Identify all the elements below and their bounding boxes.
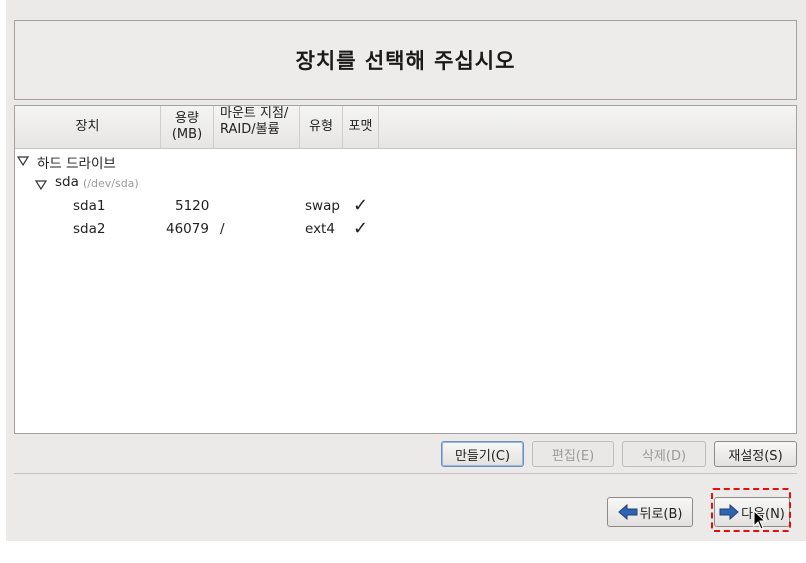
disk-path: (/dev/sda) xyxy=(83,177,139,190)
column-size-label: 용량 xyxy=(175,111,199,126)
column-type[interactable]: 유형 xyxy=(300,106,343,148)
tree-header: 장치 용량 (MB) 마운트 지점/ RAID/볼륨 유형 포맷 xyxy=(15,106,796,149)
edit-button[interactable]: 편집(E) xyxy=(532,441,614,467)
page-title: 장치를 선택해 주십시오 xyxy=(295,49,516,73)
triangle-down-icon[interactable] xyxy=(35,180,47,190)
back-button[interactable]: 뒤로(B) xyxy=(607,497,693,527)
title-panel: 장치를 선택해 주십시오 xyxy=(14,20,797,100)
column-device-label: 장치 xyxy=(75,119,100,134)
column-size[interactable]: 용량 (MB) xyxy=(161,106,214,148)
column-mount-label: 마운트 지점/ xyxy=(220,106,289,121)
tree-row-disk[interactable]: sda (/dev/sda) xyxy=(15,172,796,195)
device-tree[interactable]: 장치 용량 (MB) 마운트 지점/ RAID/볼륨 유형 포맷 하드 드라이브 xyxy=(14,105,797,434)
partition-type: swap xyxy=(305,198,340,214)
column-device[interactable]: 장치 xyxy=(15,106,161,148)
delete-button[interactable]: 삭제(D) xyxy=(622,441,706,467)
next-button-highlight xyxy=(711,488,791,532)
disk-name: sda xyxy=(55,174,79,190)
check-icon: ✓ xyxy=(353,218,369,239)
reset-button[interactable]: 재설정(S) xyxy=(714,441,797,467)
check-icon: ✓ xyxy=(353,195,369,216)
table-row[interactable]: sda1 5120 swap ✓ xyxy=(15,195,796,218)
back-button-label: 뒤로(B) xyxy=(639,506,683,522)
column-format[interactable]: 포맷 xyxy=(343,106,379,148)
mouse-cursor-icon xyxy=(753,509,767,534)
installer-window: 장치를 선택해 주십시오 장치 용량 (MB) 마운트 지점/ RAID/볼륨 … xyxy=(6,0,806,541)
partition-size: 5120 xyxy=(175,198,210,214)
tree-row-hard-drives[interactable]: 하드 드라이브 xyxy=(15,149,796,172)
partition-type: ext4 xyxy=(305,221,335,237)
partition-name: sda1 xyxy=(73,198,106,214)
triangle-down-icon[interactable] xyxy=(17,156,29,166)
column-mount[interactable]: 마운트 지점/ RAID/볼륨 xyxy=(214,106,300,148)
partition-size: 46079 xyxy=(166,221,209,237)
create-button[interactable]: 만들기(C) xyxy=(441,441,524,467)
group-label: 하드 드라이브 xyxy=(37,156,116,172)
partition-name: sda2 xyxy=(73,221,106,237)
column-format-label: 포맷 xyxy=(348,119,373,134)
arrow-left-icon xyxy=(617,503,638,521)
separator xyxy=(14,473,797,474)
partition-mount: / xyxy=(220,221,225,237)
column-mount-label-2: RAID/볼륨 xyxy=(220,122,280,137)
column-size-unit: (MB) xyxy=(171,127,203,142)
table-row[interactable]: sda2 46079 / ext4 ✓ xyxy=(15,218,796,241)
column-type-label: 유형 xyxy=(309,119,333,134)
